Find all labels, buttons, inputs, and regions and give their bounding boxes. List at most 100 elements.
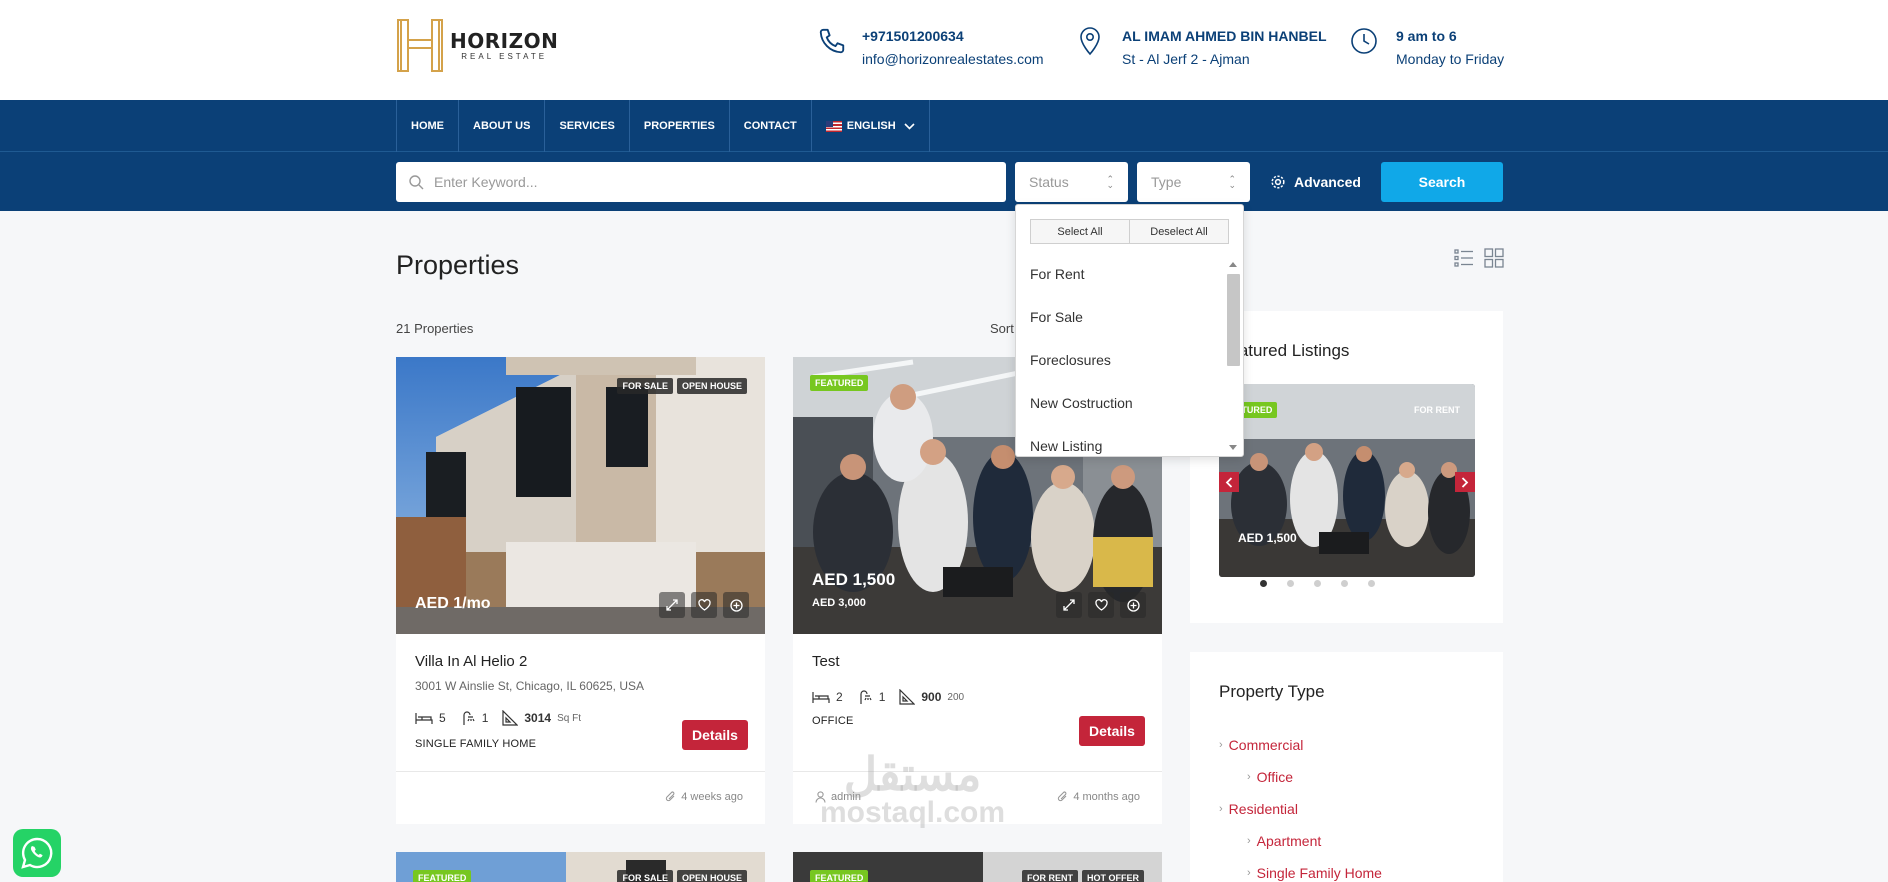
category-office[interactable]: › Office <box>1247 769 1293 785</box>
favorite-heart-icon[interactable] <box>691 592 717 618</box>
posted-time: 4 months ago <box>1057 791 1140 803</box>
property-address: 3001 W Ainslie St, Chicago, IL 60625, US… <box>415 679 645 693</box>
compare-plus-icon[interactable] <box>1120 592 1146 618</box>
working-hours-block: 9 am to 6 Monday to Friday <box>1344 26 1504 69</box>
select-all-button[interactable]: Select All <box>1030 219 1130 244</box>
compare-plus-icon[interactable] <box>723 592 749 618</box>
sort-label[interactable]: Sort <box>990 321 1014 336</box>
search-button[interactable]: Search <box>1381 162 1503 202</box>
paperclip-icon <box>666 791 675 802</box>
us-flag-icon <box>825 120 842 132</box>
category-residential[interactable]: › Residential <box>1219 801 1298 817</box>
featured-price: AED 1,500 <box>1238 531 1297 545</box>
keyword-field[interactable] <box>396 162 1006 202</box>
whatsapp-button[interactable] <box>13 829 61 877</box>
status-option-new-costruction[interactable]: New Costruction <box>1030 395 1133 411</box>
status-option-new-listing[interactable]: New Listing <box>1030 438 1102 454</box>
main-nav: HOME ABOUT US SERVICES PROPERTIES CONTAC… <box>0 100 1888 152</box>
status-option-for-sale[interactable]: For Sale <box>1030 309 1083 325</box>
category-apartment[interactable]: › Apartment <box>1247 833 1321 849</box>
category-label: Office <box>1256 769 1293 785</box>
category-commercial[interactable]: › Commercial <box>1219 737 1303 753</box>
nav-item-about-us[interactable]: ABOUT US <box>459 100 546 152</box>
baths-count: 1 <box>878 690 886 704</box>
chevron-left-icon <box>1225 476 1233 488</box>
status-badge: FOR RENT <box>1414 405 1460 415</box>
property-card[interactable]: FEATURED FOR RENT HOT OFFER <box>793 852 1162 882</box>
scroll-up-arrow-icon[interactable] <box>1228 261 1238 268</box>
list-view-icon[interactable] <box>1454 248 1474 268</box>
beds-count: 5 <box>439 711 446 725</box>
logo[interactable]: HORIZON REAL ESTATE <box>396 18 558 73</box>
slider-dot[interactable] <box>1341 580 1348 587</box>
keyword-input[interactable] <box>434 174 974 190</box>
contact-address-block: AL IMAM AHMED BIN HANBEL St - Al Jerf 2 … <box>1070 26 1327 69</box>
featured-slider[interactable]: FEATURED FOR RENT AED 1,500 <box>1219 384 1475 577</box>
property-features: 2 1 900 200 <box>812 689 964 705</box>
advanced-label: Advanced <box>1294 174 1361 190</box>
slider-next-button[interactable] <box>1455 472 1475 492</box>
status-option-for-rent[interactable]: For Rent <box>1030 266 1084 282</box>
type-select-label: Type <box>1151 174 1182 190</box>
slider-dot[interactable] <box>1260 580 1267 587</box>
area-ruler-icon <box>502 710 519 726</box>
logo-mark-icon <box>396 18 444 73</box>
phone-number[interactable]: +971501200634 <box>862 26 1044 46</box>
expand-icon[interactable] <box>1056 592 1082 618</box>
status-badge: FOR RENT <box>1022 870 1078 882</box>
property-type: OFFICE <box>812 715 854 727</box>
slider-dot[interactable] <box>1314 580 1321 587</box>
search-icon <box>409 174 424 189</box>
chevron-right-icon: › <box>1247 771 1251 783</box>
category-single-family-home[interactable]: › Single Family Home <box>1247 865 1382 881</box>
bed-icon <box>812 692 830 703</box>
property-card[interactable]: FEATURED FOR SALE OPEN HOUSE <box>396 852 765 882</box>
property-title[interactable]: Villa In Al Helio 2 <box>415 653 527 670</box>
dropdown-scrollbar[interactable] <box>1224 257 1242 456</box>
type-select[interactable]: Type ⌃ ⌄ <box>1137 162 1250 202</box>
nav-item-home[interactable]: HOME <box>397 100 459 152</box>
property-type-widget: Property Type › Commercial › Office › Resid… <box>1190 652 1503 882</box>
scrollbar-thumb[interactable] <box>1227 274 1240 366</box>
language-selector[interactable]: ENGLISH <box>812 100 930 152</box>
deselect-all-button[interactable]: Deselect All <box>1130 219 1229 244</box>
property-image[interactable]: FOR SALE OPEN HOUSE AED 1/mo <box>396 357 765 634</box>
baths-count: 1 <box>481 711 489 725</box>
nav-item-properties[interactable]: PROPERTIES <box>630 100 730 152</box>
slider-dot[interactable] <box>1368 580 1375 587</box>
category-label: Apartment <box>1256 833 1322 849</box>
advanced-search-toggle[interactable]: Advanced <box>1270 162 1361 202</box>
status-select[interactable]: Status ⌃ ⌄ <box>1015 162 1128 202</box>
top-header: HORIZON REAL ESTATE +971501200634 info@h… <box>0 0 1888 100</box>
favorite-heart-icon[interactable] <box>1088 592 1114 618</box>
up-down-chevron-icon: ⌃ ⌄ <box>1106 174 1114 190</box>
gear-icon <box>1271 175 1285 189</box>
details-button[interactable]: Details <box>1079 716 1145 746</box>
widget-title: Property Type <box>1219 682 1325 701</box>
nav-item-services[interactable]: SERVICES <box>545 100 630 152</box>
address-line-1: AL IMAM AHMED BIN HANBEL <box>1122 28 1327 44</box>
posted-time: 4 weeks ago <box>665 791 743 803</box>
status-option-foreclosures[interactable]: Foreclosures <box>1030 352 1111 368</box>
email-address[interactable]: info@horizonrealestates.com <box>862 49 1044 69</box>
nav-item-contact[interactable]: CONTACT <box>730 100 812 152</box>
category-label: Single Family Home <box>1256 865 1382 881</box>
slider-prev-button[interactable] <box>1219 472 1239 492</box>
details-button[interactable]: Details <box>682 720 748 750</box>
property-type: SINGLE FAMILY HOME <box>415 738 537 750</box>
status-badge: FOR SALE <box>617 378 673 394</box>
property-features: 5 1 3014 Sq Ft <box>415 710 581 726</box>
property-title[interactable]: Test <box>812 653 840 670</box>
scroll-down-arrow-icon[interactable] <box>1228 444 1238 451</box>
featured-badge: FEATURED <box>810 870 869 882</box>
expand-icon[interactable] <box>659 592 685 618</box>
status-select-label: Status <box>1029 174 1069 190</box>
logo-subtitle: REAL ESTATE <box>461 52 548 61</box>
chevron-right-icon: › <box>1219 803 1223 815</box>
grid-view-icon[interactable] <box>1484 248 1504 268</box>
slider-dot[interactable] <box>1287 580 1294 587</box>
page-title: Properties <box>396 250 520 280</box>
area-unit: 200 <box>947 691 965 703</box>
chevron-right-icon: › <box>1247 835 1251 847</box>
featured-badge: FEATURED <box>413 870 472 882</box>
